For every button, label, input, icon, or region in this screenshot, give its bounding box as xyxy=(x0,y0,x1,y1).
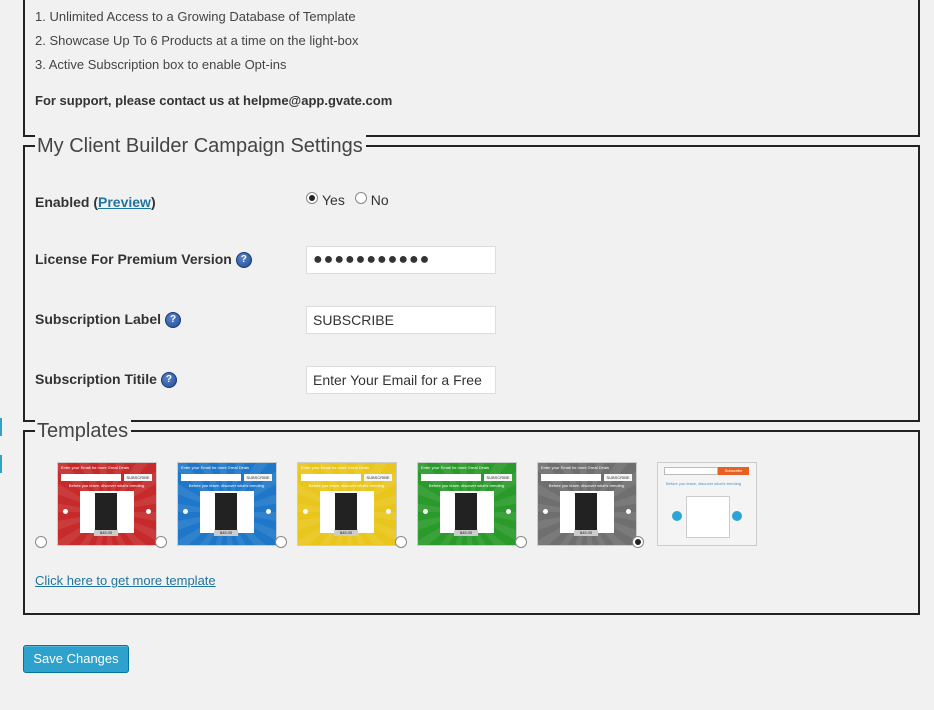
thumb-arrow-right-icon xyxy=(266,509,271,514)
thumb-email-field xyxy=(664,467,718,475)
template-radio-4[interactable] xyxy=(395,536,407,548)
enabled-yes-radio[interactable] xyxy=(306,192,318,205)
thumb-tagline: Before you leave, discover what's trendi… xyxy=(548,483,626,488)
thumb-arrow-right-icon xyxy=(732,511,742,521)
license-label-text: License For Premium Version xyxy=(35,251,232,267)
thumb-email-field xyxy=(421,474,481,481)
subscription-label-input[interactable]: SUBSCRIBE xyxy=(306,306,496,334)
templates-legend: Templates xyxy=(35,419,132,443)
thumb-subscribe-button: SUBSCRIBE xyxy=(364,474,392,481)
thumb-price: $45.00 xyxy=(214,530,238,536)
thumb-arrow-left-icon xyxy=(63,509,68,514)
thumb-arrow-left-icon xyxy=(423,509,428,514)
thumb-arrow-left-icon xyxy=(303,509,308,514)
thumb-product-panel xyxy=(686,496,730,538)
support-text: For support, please contact us at helpme… xyxy=(35,93,393,108)
left-edge-indicator xyxy=(0,455,2,473)
template-radio-5[interactable] xyxy=(515,536,527,548)
template-thumbnail-5[interactable]: Enter your Email for more Great Deals SUB… xyxy=(537,462,637,546)
subscription-title-label: Subscription Titile? xyxy=(35,371,177,389)
features-box: 1. Unlimited Access to a Growing Databas… xyxy=(23,0,920,137)
thumb-subscribe-button: SUBSCRIBE xyxy=(244,474,272,481)
thumb-header: Enter your Email for more Great Deals xyxy=(541,465,610,470)
template-thumbnail-6[interactable]: Subscribe Before you leave, discover what… xyxy=(657,462,757,546)
template-thumbnail-4[interactable]: Enter your Email for more Great Deals SUB… xyxy=(417,462,517,546)
thumb-tagline: Before you leave, discover what's trendi… xyxy=(188,483,266,488)
thumb-arrow-right-icon xyxy=(146,509,151,514)
feature-item-2: 2. Showcase Up To 6 Products at a time o… xyxy=(35,33,359,48)
thumb-header: Enter your Email for more Great Deals xyxy=(301,465,370,470)
thumb-email-field xyxy=(181,474,241,481)
thumb-product-image xyxy=(215,493,237,531)
thumb-email-field xyxy=(301,474,361,481)
enabled-no-radio[interactable] xyxy=(354,192,367,205)
subscription-label-text: Subscription Label xyxy=(35,311,162,327)
license-label: License For Premium Version? xyxy=(35,251,252,269)
question-mark-icon[interactable]: ? xyxy=(160,372,177,389)
feature-item-3: 3. Active Subscription box to enable Opt… xyxy=(35,57,287,72)
thumb-arrow-right-icon xyxy=(386,509,391,514)
templates-box: Templates Enter your Email for more Grea… xyxy=(23,419,920,615)
thumb-product-image xyxy=(335,493,357,531)
thumb-email-field xyxy=(541,474,601,481)
thumb-product-image xyxy=(95,493,117,531)
template-thumbnail-2[interactable]: Enter your Email for more Great Deals SUB… xyxy=(177,462,277,546)
subscription-title-text: Subscription Titile xyxy=(35,371,157,387)
thumb-arrow-left-icon xyxy=(672,511,682,521)
template-radio-1[interactable] xyxy=(35,536,47,548)
thumb-subscribe-button: SUBSCRIBE xyxy=(124,474,152,481)
thumb-tagline: Before you leave, discover what's trendi… xyxy=(308,483,386,488)
question-mark-icon[interactable]: ? xyxy=(165,312,182,329)
template-radio-2[interactable] xyxy=(155,536,167,548)
yes-label: Yes xyxy=(322,192,345,209)
thumb-tagline: Before you leave, discover what's trendi… xyxy=(428,483,506,488)
thumb-header: Enter your Email for more Great Deals xyxy=(61,465,130,470)
left-edge-indicator xyxy=(0,418,2,436)
subscription-title-input[interactable]: Enter Your Email for a Free xyxy=(306,366,496,394)
thumb-email-field xyxy=(61,474,121,481)
enabled-label-close: ) xyxy=(150,194,156,210)
thumb-subscribe-button: SUBSCRIBE xyxy=(604,474,632,481)
enabled-label-text: Enabled ( xyxy=(35,194,99,210)
license-input[interactable]: ●●●●●●●●●●● xyxy=(306,246,496,274)
template-thumbnail-3[interactable]: Enter your Email for more Great Deals SUB… xyxy=(297,462,397,546)
thumb-arrow-right-icon xyxy=(626,509,631,514)
enabled-label: Enabled (Preview) xyxy=(35,194,156,210)
thumb-product-image xyxy=(575,493,597,531)
thumb-arrow-right-icon xyxy=(506,509,511,514)
question-mark-icon[interactable]: ? xyxy=(235,252,252,269)
preview-link[interactable]: Preview xyxy=(98,194,151,210)
thumb-price: $45.00 xyxy=(454,530,478,536)
settings-legend: My Client Builder Campaign Settings xyxy=(35,134,366,158)
no-label: No xyxy=(370,192,389,209)
thumb-product-image xyxy=(455,493,477,531)
thumb-arrow-left-icon xyxy=(183,509,188,514)
thumb-price: $45.00 xyxy=(94,530,118,536)
campaign-settings-box: My Client Builder Campaign Settings Enab… xyxy=(23,134,920,422)
thumb-price: $45.00 xyxy=(334,530,358,536)
save-changes-button[interactable]: Save Changes xyxy=(23,645,129,673)
thumb-header: Enter your Email for more Great Deals xyxy=(421,465,490,470)
template-radio-6[interactable] xyxy=(632,536,644,548)
thumb-tagline: Before you leave, discover what's trendi… xyxy=(68,483,146,488)
thumb-header: Enter your Email for more Great Deals xyxy=(181,465,250,470)
template-radio-3[interactable] xyxy=(275,536,287,548)
subscription-label-label: Subscription Label? xyxy=(35,311,182,329)
feature-item-1: 1. Unlimited Access to a Growing Databas… xyxy=(35,9,356,24)
more-templates-link[interactable]: Click here to get more template xyxy=(35,573,216,588)
thumb-arrow-left-icon xyxy=(543,509,548,514)
thumb-subscribe-button: SUBSCRIBE xyxy=(484,474,512,481)
template-thumbnail-1[interactable]: Enter your Email for more Great Deals SUB… xyxy=(57,462,157,546)
thumb-tagline: Before you leave, discover what's trendi… xyxy=(666,481,742,486)
enabled-radio-group: Yes No xyxy=(306,189,395,209)
thumb-subscribe-button: Subscribe xyxy=(718,467,749,475)
thumb-price: $45.00 xyxy=(574,530,598,536)
